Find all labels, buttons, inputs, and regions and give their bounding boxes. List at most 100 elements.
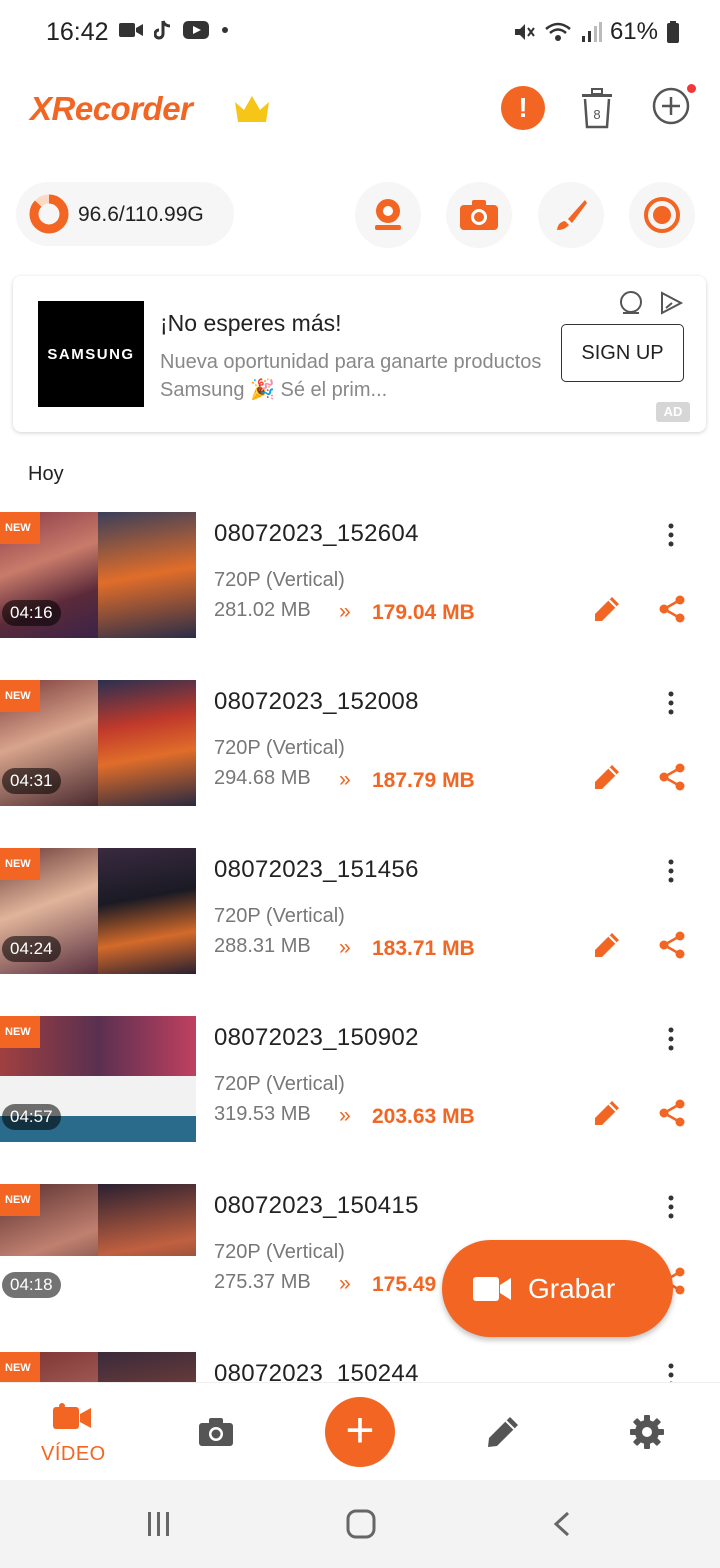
facecam-icon — [375, 199, 401, 230]
more-vert-icon[interactable] — [660, 1026, 682, 1052]
video-size: 275.37 MB — [214, 1271, 311, 1293]
share-icon[interactable] — [657, 762, 687, 792]
storage-indicator[interactable]: 96.6/110.99G — [16, 182, 234, 246]
more-vert-icon[interactable] — [660, 1194, 682, 1220]
ad-badge: AD — [656, 402, 690, 422]
ad-signup-button[interactable]: SIGN UP — [561, 324, 684, 382]
storage-ring-icon — [29, 194, 69, 234]
edit-icon[interactable] — [592, 594, 622, 624]
record-fab[interactable]: Grabar — [442, 1240, 673, 1337]
video-size: 294.68 MB — [214, 767, 311, 789]
compress-arrows-icon: » — [339, 1104, 351, 1127]
compressed-size: 203.63 MB — [372, 1105, 475, 1128]
video-thumbnail[interactable]: NEW — [0, 1352, 196, 1382]
status-time: 16:42 — [46, 18, 109, 46]
new-badge: NEW — [0, 848, 40, 880]
tiktok-icon — [154, 20, 171, 40]
video-thumbnail[interactable]: NEW 04:24 — [0, 848, 196, 974]
video-name: 08072023_151456 — [214, 856, 419, 883]
more-vert-icon[interactable] — [660, 858, 682, 884]
system-nav-bar — [0, 1480, 720, 1568]
battery-icon — [667, 21, 679, 43]
nav-settings[interactable] — [598, 1383, 698, 1481]
alert-button[interactable]: ! — [501, 86, 545, 130]
share-icon[interactable] — [657, 930, 687, 960]
compress-arrows-icon: » — [339, 1272, 351, 1295]
video-name: 08072023_152008 — [214, 688, 419, 715]
share-icon[interactable] — [657, 594, 687, 624]
app-bar: XRecorder ! 8 — [0, 76, 720, 146]
ad-icons — [618, 290, 684, 316]
more-vert-icon[interactable] — [660, 1362, 682, 1382]
new-badge: NEW — [0, 680, 40, 712]
record-fab-label: Grabar — [528, 1272, 616, 1304]
compressed-size: 175.49 — [372, 1273, 437, 1296]
video-resolution: 720P (Vertical) — [214, 1073, 345, 1095]
wifi-icon — [545, 22, 571, 41]
more-vert-icon[interactable] — [660, 522, 682, 548]
nav-edit[interactable] — [454, 1383, 554, 1481]
ad-banner[interactable]: SAMSUNG ¡No esperes más! Nueva oportunid… — [13, 276, 706, 432]
compressed-size: 183.71 MB — [372, 937, 475, 960]
compressed-size: 187.79 MB — [372, 769, 475, 792]
video-name: 08072023_150244 — [214, 1360, 419, 1382]
video-row[interactable]: NEW 04:57 08072023_150902 720P (Vertical… — [0, 1016, 720, 1142]
edit-icon[interactable] — [592, 762, 622, 792]
duration-badge: 04:18 — [2, 1272, 61, 1298]
edit-icon[interactable] — [592, 1098, 622, 1128]
ad-brand-logo: SAMSUNG — [38, 301, 144, 407]
notification-dot — [687, 84, 696, 93]
video-row[interactable]: NEW 04:24 08072023_151456 720P (Vertical… — [0, 848, 720, 974]
camera-icon — [460, 200, 498, 230]
brush-button[interactable] — [538, 182, 604, 248]
add-circle-icon[interactable] — [651, 86, 691, 126]
gear-tab-icon — [630, 1415, 664, 1449]
ad-title: ¡No esperes más! — [160, 310, 342, 336]
nav-video[interactable]: VÍDEO — [22, 1383, 122, 1481]
ad-choices-icon[interactable] — [618, 290, 644, 316]
video-size: 288.31 MB — [214, 935, 311, 957]
video-resolution: 720P (Vertical) — [214, 1241, 345, 1263]
record-tool-button[interactable] — [629, 182, 695, 248]
ad-play-icon[interactable] — [658, 290, 684, 316]
crown-icon[interactable] — [232, 92, 272, 126]
youtube-icon — [183, 21, 209, 39]
camera-tab-icon — [199, 1418, 233, 1446]
facecam-button[interactable] — [355, 182, 421, 248]
nav-video-label: VÍDEO — [41, 1443, 106, 1465]
video-thumbnail[interactable]: NEW 04:16 — [0, 512, 196, 638]
duration-badge: 04:57 — [2, 1104, 61, 1130]
compress-arrows-icon: » — [339, 768, 351, 791]
dot-icon — [222, 27, 228, 33]
signal-icon — [581, 22, 602, 42]
video-thumbnail[interactable]: NEW 04:57 — [0, 1016, 196, 1142]
video-camera-icon — [473, 1276, 511, 1301]
nav-add-button[interactable]: + — [325, 1397, 395, 1467]
duration-badge: 04:31 — [2, 768, 61, 794]
back-icon[interactable] — [550, 1510, 574, 1538]
video-row[interactable]: NEW 04:16 08072023_152604 720P (Vertical… — [0, 512, 720, 638]
edit-icon[interactable] — [592, 930, 622, 960]
trash-icon[interactable]: 8 — [578, 86, 616, 130]
video-resolution: 720P (Vertical) — [214, 737, 345, 759]
video-thumbnail[interactable]: NEW 04:31 — [0, 680, 196, 806]
share-icon[interactable] — [657, 1098, 687, 1128]
video-size: 281.02 MB — [214, 599, 311, 621]
video-row[interactable]: NEW 04:31 08072023_152008 720P (Vertical… — [0, 680, 720, 806]
brush-icon — [557, 200, 587, 230]
new-badge: NEW — [0, 512, 40, 544]
video-size: 319.53 MB — [214, 1103, 311, 1125]
recent-apps-icon[interactable] — [145, 1510, 173, 1538]
video-thumbnail[interactable]: NEW 04:18 — [0, 1184, 196, 1310]
screenshot-button[interactable] — [446, 182, 512, 248]
bottom-nav: VÍDEO + — [0, 1382, 720, 1480]
notification-icons — [118, 20, 230, 40]
nav-screenshots[interactable] — [166, 1383, 266, 1481]
pencil-tab-icon — [488, 1417, 518, 1447]
battery-percent: 61% — [609, 18, 658, 45]
home-icon[interactable] — [345, 1508, 377, 1540]
video-resolution: 720P (Vertical) — [214, 905, 345, 927]
video-row[interactable]: NEW 08072023_150244 — [0, 1352, 720, 1382]
video-name: 08072023_150902 — [214, 1024, 419, 1051]
more-vert-icon[interactable] — [660, 690, 682, 716]
